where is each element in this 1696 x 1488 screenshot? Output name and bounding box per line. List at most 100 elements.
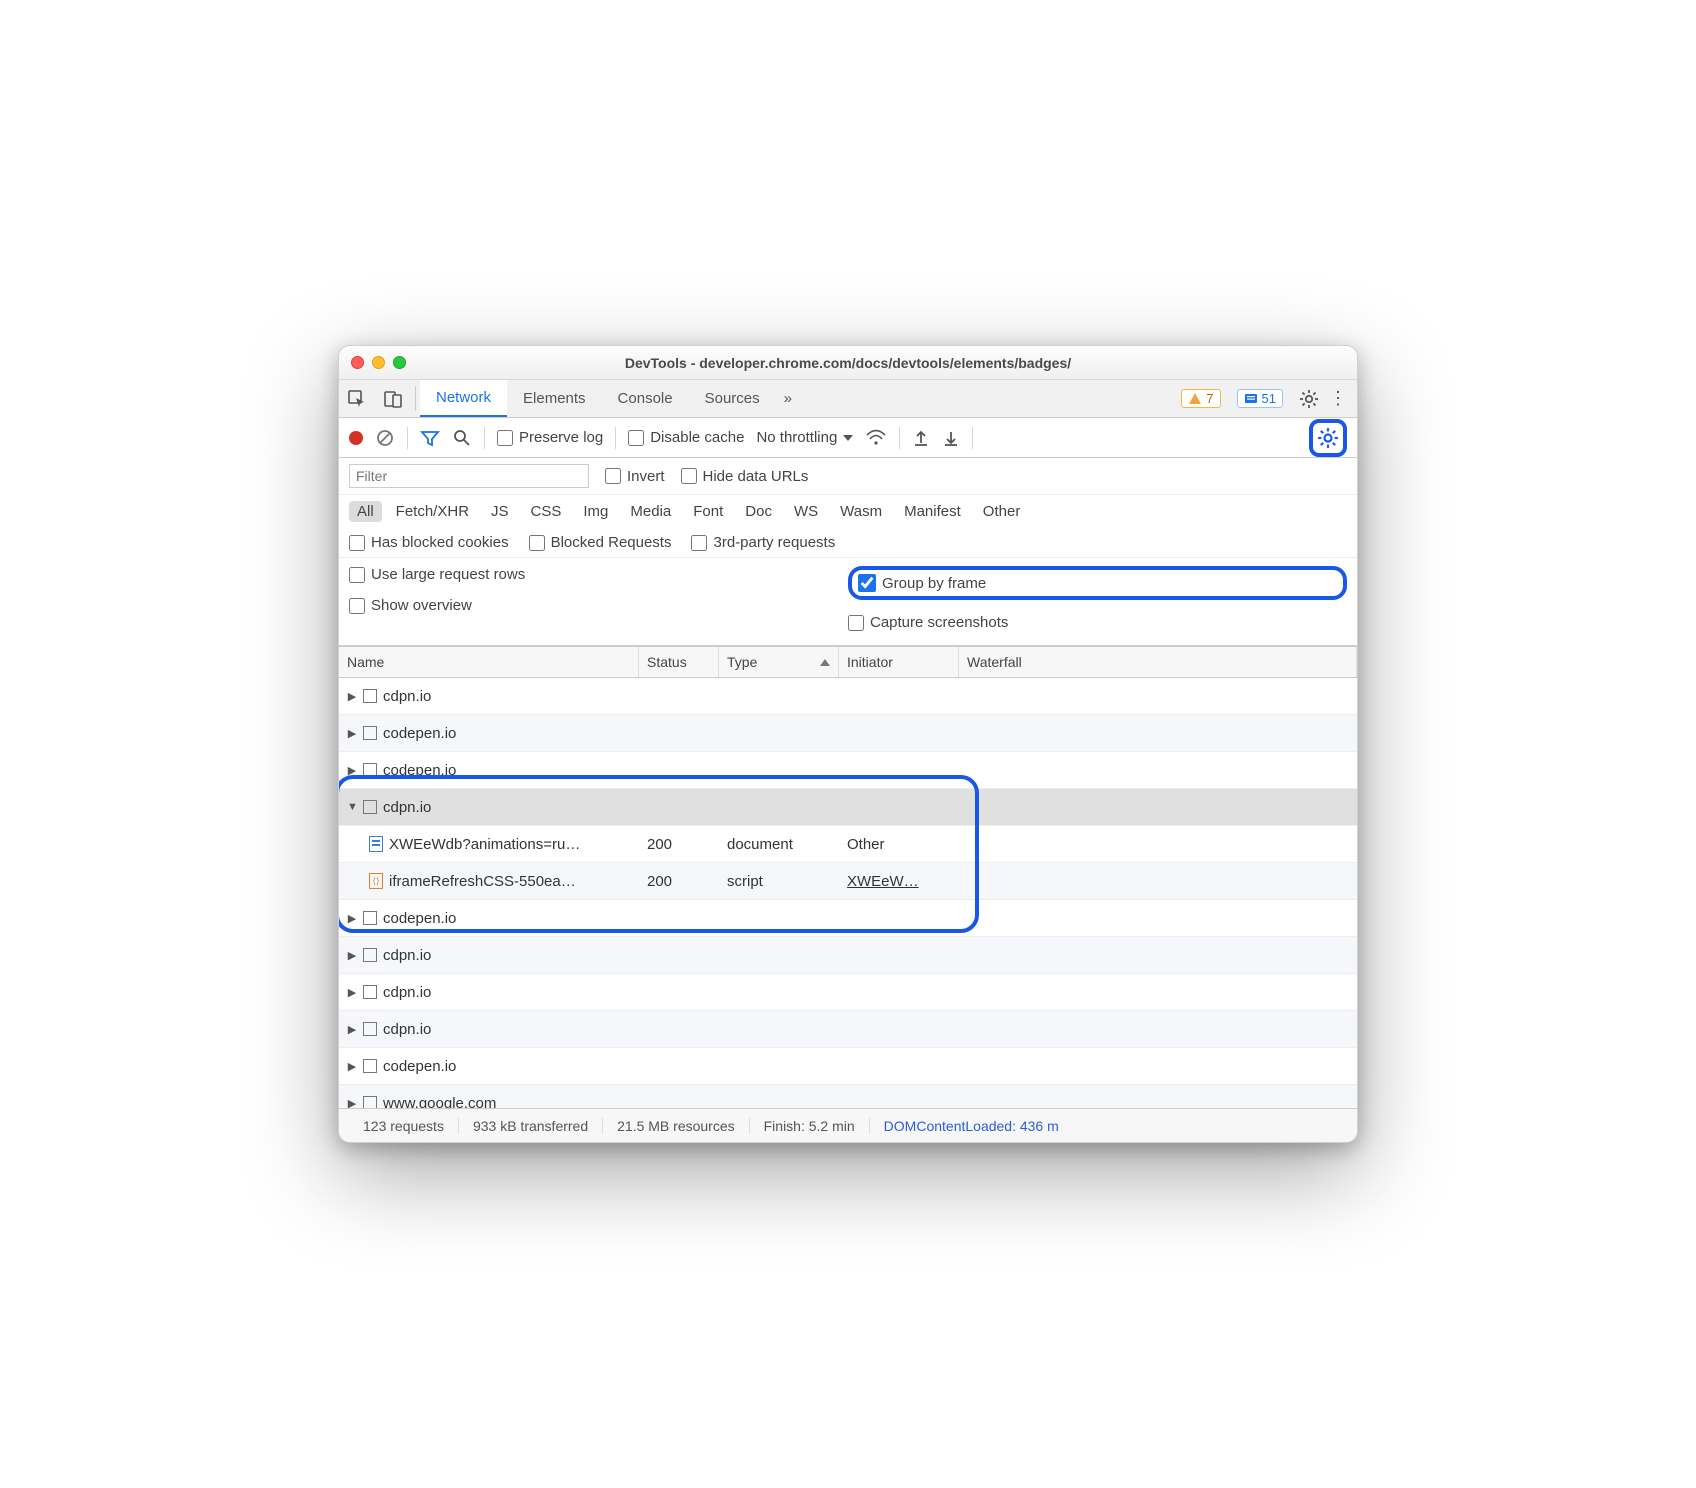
tab-network[interactable]: Network	[420, 380, 507, 417]
col-waterfall[interactable]: Waterfall	[959, 647, 1357, 677]
cell-name: XWEeWdb?animations=ru…	[339, 836, 639, 853]
initiator-link[interactable]: XWEeW…	[847, 873, 919, 890]
table-row[interactable]: ▶codepen.io	[339, 1048, 1357, 1085]
device-toolbar-icon[interactable]	[375, 380, 411, 417]
col-type[interactable]: Type	[719, 647, 839, 677]
type-filter-ws[interactable]: WS	[786, 501, 826, 522]
type-filter-wasm[interactable]: Wasm	[832, 501, 890, 522]
import-har-icon[interactable]	[912, 429, 930, 447]
disclosure-icon[interactable]: ▶	[347, 912, 357, 925]
messages-badge[interactable]: 51	[1237, 389, 1283, 408]
table-row[interactable]: ▶codepen.io	[339, 752, 1357, 789]
disclosure-icon[interactable]: ▶	[347, 1023, 357, 1036]
type-filter-css[interactable]: CSS	[523, 501, 570, 522]
cell-name: ▶codepen.io	[339, 1058, 639, 1075]
table-header: Name Status Type Initiator Waterfall	[339, 646, 1357, 678]
third-party-checkbox[interactable]: 3rd-party requests	[691, 534, 835, 551]
row-label: codepen.io	[383, 910, 456, 927]
status-requests: 123 requests	[349, 1118, 459, 1134]
type-filter-all[interactable]: All	[349, 501, 382, 522]
table-row[interactable]: ▶ cdpn.io	[339, 937, 1357, 974]
table-row[interactable]: XWEeWdb?animations=ru…200documentOther	[339, 826, 1357, 863]
disclosure-icon[interactable]: ▶	[347, 986, 357, 999]
table-body: ▶cdpn.io▶codepen.io▶codepen.io▼cdpn.ioXW…	[339, 678, 1357, 1108]
type-filter-row: All Fetch/XHR JS CSS Img Media Font Doc …	[339, 495, 1357, 528]
throttling-select[interactable]: No throttling	[756, 429, 853, 446]
frame-icon	[363, 1022, 377, 1036]
disclosure-icon[interactable]: ▶	[347, 949, 357, 962]
type-filter-other[interactable]: Other	[975, 501, 1029, 522]
tab-elements[interactable]: Elements	[507, 380, 602, 417]
table-row[interactable]: ▶cdpn.io	[339, 974, 1357, 1011]
row-label: cdpn.io	[383, 947, 431, 964]
group-by-frame-checkbox[interactable]: Group by frame	[858, 574, 986, 592]
cell-name: ▶cdpn.io	[339, 688, 639, 705]
disclosure-icon[interactable]: ▶	[347, 690, 357, 703]
table-row[interactable]: ▶cdpn.io	[339, 1011, 1357, 1048]
frame-icon	[363, 763, 377, 777]
frame-icon	[363, 800, 377, 814]
inspect-element-icon[interactable]	[339, 380, 375, 417]
type-filter-js[interactable]: JS	[483, 501, 517, 522]
settings-icon[interactable]	[1299, 389, 1319, 409]
hide-data-urls-checkbox[interactable]: Hide data URLs	[681, 468, 809, 485]
more-tabs-button[interactable]: »	[776, 380, 800, 417]
disclosure-icon[interactable]: ▶	[347, 1060, 357, 1073]
disclosure-icon[interactable]: ▶	[347, 1097, 357, 1109]
table-row[interactable]: ▶www.google.com	[339, 1085, 1357, 1108]
blocked-requests-checkbox[interactable]: Blocked Requests	[529, 534, 672, 551]
disclosure-icon[interactable]: ▼	[347, 801, 357, 813]
type-filter-font[interactable]: Font	[685, 501, 731, 522]
large-rows-checkbox[interactable]: Use large request rows	[349, 566, 848, 583]
zoom-window-button[interactable]	[393, 356, 406, 369]
minimize-window-button[interactable]	[372, 356, 385, 369]
group-by-frame-label: Group by frame	[882, 575, 986, 592]
disclosure-icon[interactable]: ▶	[347, 764, 357, 777]
kebab-menu-icon[interactable]: ⋮	[1329, 388, 1349, 409]
cell-name: ▼ cdpn.io	[339, 799, 639, 816]
col-initiator[interactable]: Initiator	[839, 647, 959, 677]
record-button[interactable]	[349, 431, 363, 445]
type-filter-manifest[interactable]: Manifest	[896, 501, 969, 522]
tab-console[interactable]: Console	[602, 380, 689, 417]
warnings-badge[interactable]: 7	[1181, 389, 1220, 408]
type-filter-doc[interactable]: Doc	[737, 501, 780, 522]
panel-tabs: Network Elements Console Sources »	[420, 380, 800, 417]
frame-icon	[363, 1096, 377, 1108]
network-settings-button[interactable]	[1309, 419, 1347, 457]
show-overview-label: Show overview	[371, 597, 472, 614]
table-row[interactable]: ▶codepen.io	[339, 715, 1357, 752]
col-name[interactable]: Name	[339, 647, 639, 677]
col-status[interactable]: Status	[639, 647, 719, 677]
type-filter-img[interactable]: Img	[575, 501, 616, 522]
search-icon[interactable]	[452, 428, 472, 448]
preserve-log-checkbox[interactable]: Preserve log	[497, 429, 603, 446]
filter-icon[interactable]	[420, 428, 440, 448]
network-conditions-icon[interactable]	[865, 429, 887, 447]
type-filter-fetchxhr[interactable]: Fetch/XHR	[388, 501, 477, 522]
capture-screenshots-checkbox[interactable]: Capture screenshots	[848, 614, 1347, 631]
status-transferred: 933 kB transferred	[459, 1118, 603, 1134]
table-row[interactable]: ▶cdpn.io	[339, 678, 1357, 715]
export-har-icon[interactable]	[942, 429, 960, 447]
close-window-button[interactable]	[351, 356, 364, 369]
blocked-cookies-checkbox[interactable]: Has blocked cookies	[349, 534, 509, 551]
cell-name: ▶ codepen.io	[339, 910, 639, 927]
row-label: cdpn.io	[383, 799, 431, 816]
frame-icon	[363, 726, 377, 740]
disable-cache-checkbox[interactable]: Disable cache	[628, 429, 744, 446]
disclosure-icon[interactable]: ▶	[347, 727, 357, 740]
tab-sources[interactable]: Sources	[689, 380, 776, 417]
type-filter-media[interactable]: Media	[622, 501, 679, 522]
table-row[interactable]: ▶ codepen.io	[339, 900, 1357, 937]
window-title: DevTools - developer.chrome.com/docs/dev…	[339, 355, 1357, 371]
show-overview-checkbox[interactable]: Show overview	[349, 597, 848, 614]
status-dcl: DOMContentLoaded: 436 m	[870, 1118, 1073, 1134]
table-row[interactable]: ⟨⟩iframeRefreshCSS-550ea…200scriptXWEeW…	[339, 863, 1357, 900]
filter-input[interactable]	[349, 464, 589, 488]
clear-icon[interactable]	[375, 428, 395, 448]
frame-icon	[363, 948, 377, 962]
invert-checkbox[interactable]: Invert	[605, 468, 665, 485]
row-label: XWEeWdb?animations=ru…	[389, 836, 580, 853]
table-row[interactable]: ▼ cdpn.io	[339, 789, 1357, 826]
